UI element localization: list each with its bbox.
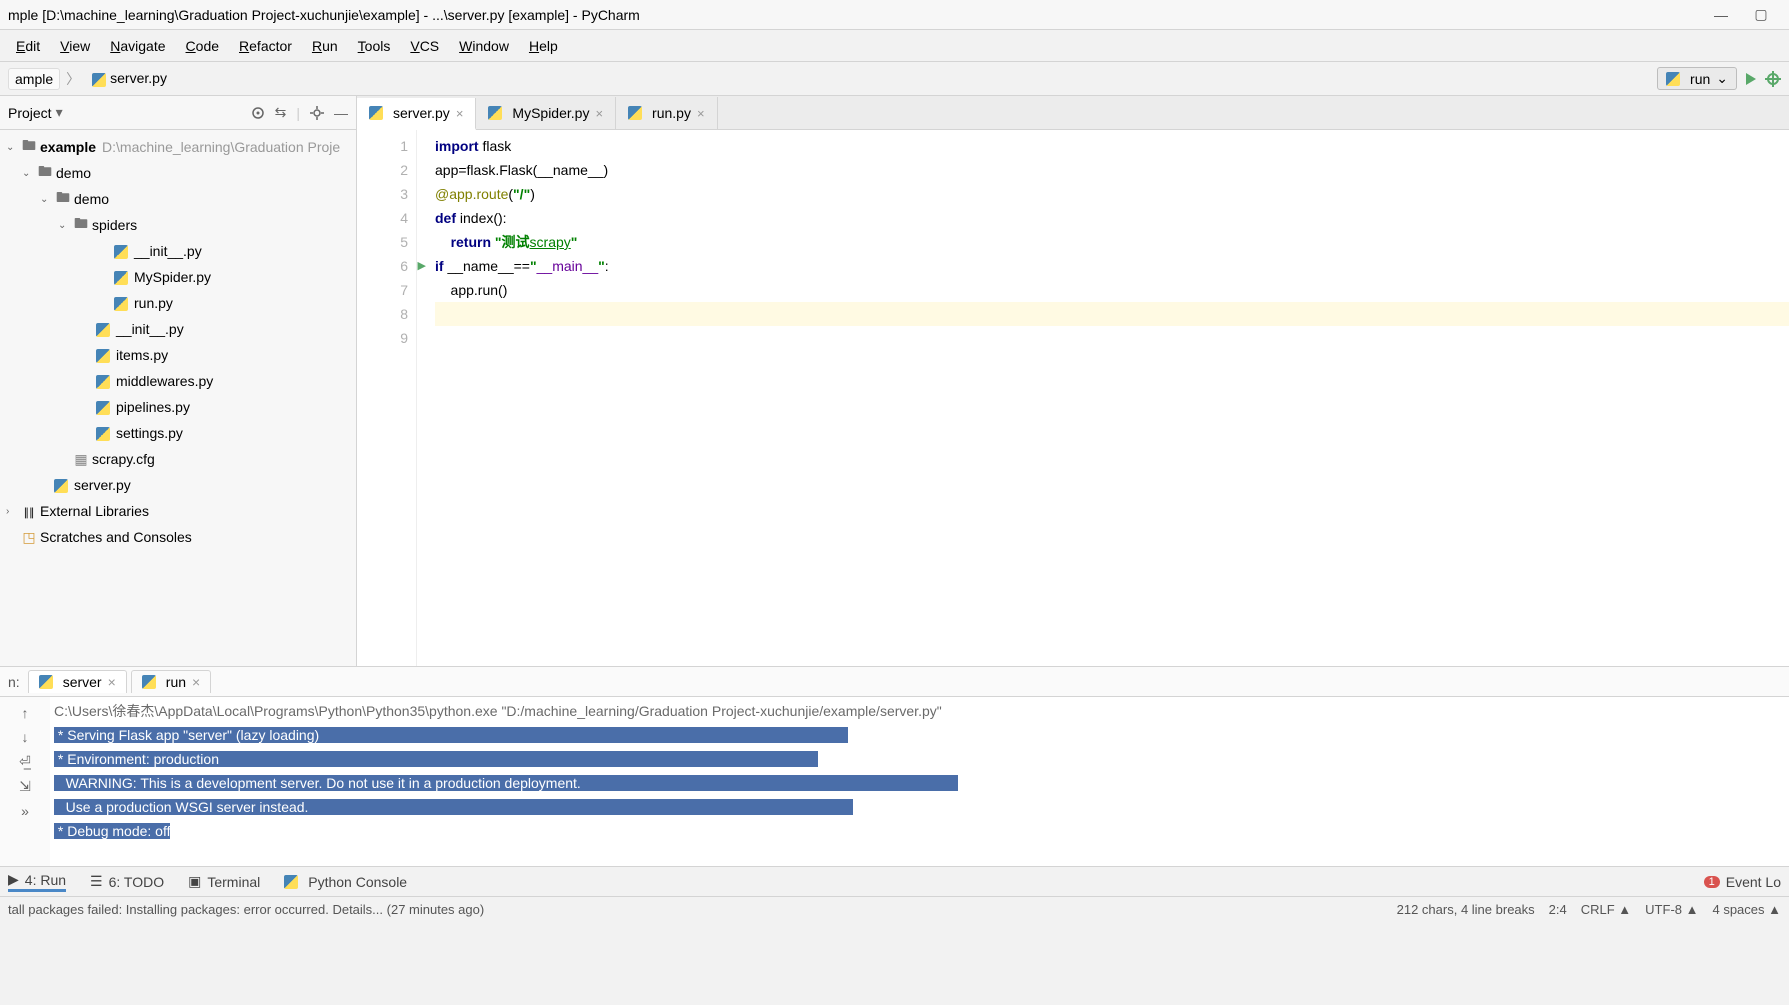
status-bar: tall packages failed: Installing package… <box>0 896 1789 922</box>
python-file-icon <box>39 675 53 689</box>
python-icon <box>284 875 298 889</box>
run-config-selector[interactable]: run ⌄ <box>1657 67 1737 90</box>
menu-help[interactable]: Help <box>519 34 568 58</box>
run-button[interactable] <box>1743 71 1759 87</box>
chevron-down-icon[interactable]: ▾ <box>56 104 63 121</box>
main-area: Project ▾ ⇆ | — ⌄🖿exampleD:\machine_lear… <box>0 96 1789 666</box>
toolbar-right: run ⌄ <box>1657 67 1781 90</box>
close-icon[interactable]: × <box>456 106 464 121</box>
tree-node[interactable]: ⌄🖿demo <box>0 186 356 212</box>
tool-window-run[interactable]: ▶ 4: Run <box>8 871 66 892</box>
tool-window-python-console[interactable]: Python Console <box>284 874 407 890</box>
close-icon[interactable]: × <box>697 106 705 121</box>
breadcrumb-sep: 〉 <box>66 69 80 89</box>
run-tab-server[interactable]: server × <box>28 670 127 693</box>
run-panel-label: n: <box>8 674 20 690</box>
status-message[interactable]: tall packages failed: Installing package… <box>8 902 484 917</box>
down-arrow-icon[interactable]: ↓ <box>22 729 29 745</box>
tab-MySpider-py[interactable]: MySpider.py× <box>476 97 616 129</box>
console-output[interactable]: C:\Users\徐春杰\AppData\Local\Programs\Pyth… <box>50 697 1789 866</box>
menu-bar: EditViewNavigateCodeRefactorRunToolsVCSW… <box>0 30 1789 62</box>
tree-node[interactable]: __init__.py <box>0 316 356 342</box>
editor-area: server.py×MySpider.py×run.py× 123456▶789… <box>357 96 1789 666</box>
status-chars: 212 chars, 4 line breaks <box>1397 902 1535 917</box>
run-tab-run[interactable]: run × <box>131 670 211 693</box>
tree-node[interactable]: ◳Scratches and Consoles <box>0 524 356 550</box>
breadcrumb-project[interactable]: ample <box>8 68 60 90</box>
project-tool-header: Project ▾ ⇆ | — <box>0 96 356 130</box>
hide-icon[interactable]: — <box>334 105 348 121</box>
maximize-button[interactable]: ▢ <box>1741 6 1781 23</box>
tree-node[interactable]: ⌄🖿spiders <box>0 212 356 238</box>
editor-body[interactable]: 123456▶789 import flaskapp=flask.Flask(_… <box>357 130 1789 666</box>
nav-bar: ample 〉 server.py run ⌄ <box>0 62 1789 96</box>
menu-code[interactable]: Code <box>176 34 229 58</box>
debug-button[interactable] <box>1765 71 1781 87</box>
run-tabs: n: server ×run × <box>0 667 1789 697</box>
tab-run-py[interactable]: run.py× <box>616 97 718 129</box>
breadcrumb: ample 〉 server.py <box>8 68 173 90</box>
close-icon[interactable]: × <box>595 106 603 121</box>
tool-window-todo[interactable]: ☰ 6: TODO <box>90 873 164 890</box>
tree-node[interactable]: __init__.py <box>0 238 356 264</box>
target-icon[interactable] <box>251 106 265 120</box>
menu-view[interactable]: View <box>50 34 100 58</box>
status-position[interactable]: 2:4 <box>1549 902 1567 917</box>
status-encoding[interactable]: UTF-8 ▲ <box>1645 902 1698 917</box>
editor-code[interactable]: import flaskapp=flask.Flask(__name__)@ap… <box>417 130 1789 666</box>
menu-run[interactable]: Run <box>302 34 348 58</box>
tree-node[interactable]: middlewares.py <box>0 368 356 394</box>
tree-node[interactable]: ⌄🖿demo <box>0 160 356 186</box>
tree-node[interactable]: run.py <box>0 290 356 316</box>
more-icon[interactable]: » <box>21 803 29 819</box>
minimize-button[interactable]: — <box>1701 7 1741 23</box>
status-line-ending[interactable]: CRLF ▲ <box>1581 902 1631 917</box>
tree-node[interactable]: settings.py <box>0 420 356 446</box>
project-tree[interactable]: ⌄🖿exampleD:\machine_learning\Graduation … <box>0 130 356 666</box>
tree-node[interactable]: ⌄🖿exampleD:\machine_learning\Graduation … <box>0 134 356 160</box>
python-file-icon <box>369 106 383 120</box>
menu-refactor[interactable]: Refactor <box>229 34 302 58</box>
tool-window-bar: ▶ 4: Run ☰ 6: TODO ▣ Terminal Python Con… <box>0 866 1789 896</box>
wrap-icon[interactable]: ⏎̲ <box>19 753 31 770</box>
tree-node[interactable]: items.py <box>0 342 356 368</box>
menu-vcs[interactable]: VCS <box>400 34 449 58</box>
tree-node[interactable]: ›∥∥External Libraries <box>0 498 356 524</box>
chevron-down-icon: ⌄ <box>1716 70 1728 87</box>
close-icon[interactable]: × <box>108 674 116 690</box>
run-panel: n: server ×run × ↑ ↓ ⏎̲ ⇲ » C:\Users\徐春杰… <box>0 666 1789 866</box>
gear-icon[interactable] <box>310 106 324 120</box>
menu-navigate[interactable]: Navigate <box>100 34 175 58</box>
status-indent[interactable]: 4 spaces ▲ <box>1712 902 1781 917</box>
title-bar: mple [D:\machine_learning\Graduation Pro… <box>0 0 1789 30</box>
python-file-icon <box>92 73 106 87</box>
event-log-button[interactable]: 1Event Lo <box>1704 874 1781 890</box>
breadcrumb-file[interactable]: server.py <box>86 68 173 88</box>
tool-window-terminal[interactable]: ▣ Terminal <box>188 873 260 890</box>
menu-edit[interactable]: Edit <box>6 34 50 58</box>
console-actions: ↑ ↓ ⏎̲ ⇲ » <box>0 697 50 866</box>
python-file-icon <box>1666 72 1680 86</box>
close-icon[interactable]: × <box>192 674 200 690</box>
collapse-icon[interactable]: ⇆ <box>275 104 287 121</box>
menu-window[interactable]: Window <box>449 34 519 58</box>
python-file-icon <box>488 106 502 120</box>
tree-node[interactable]: MySpider.py <box>0 264 356 290</box>
editor-gutter: 123456▶789 <box>357 130 417 666</box>
tree-node[interactable]: ▦scrapy.cfg <box>0 446 356 472</box>
export-icon[interactable]: ⇲ <box>19 778 31 795</box>
divider: | <box>296 105 300 121</box>
up-arrow-icon[interactable]: ↑ <box>22 705 29 721</box>
project-sidebar: Project ▾ ⇆ | — ⌄🖿exampleD:\machine_lear… <box>0 96 357 666</box>
tree-node[interactable]: pipelines.py <box>0 394 356 420</box>
editor-tabs: server.py×MySpider.py×run.py× <box>357 96 1789 130</box>
tree-node[interactable]: server.py <box>0 472 356 498</box>
tab-server-py[interactable]: server.py× <box>357 98 476 130</box>
event-badge: 1 <box>1704 876 1720 888</box>
python-file-icon <box>142 675 156 689</box>
project-label[interactable]: Project <box>8 105 52 121</box>
menu-tools[interactable]: Tools <box>348 34 401 58</box>
python-file-icon <box>628 106 642 120</box>
window-title: mple [D:\machine_learning\Graduation Pro… <box>8 7 1701 23</box>
